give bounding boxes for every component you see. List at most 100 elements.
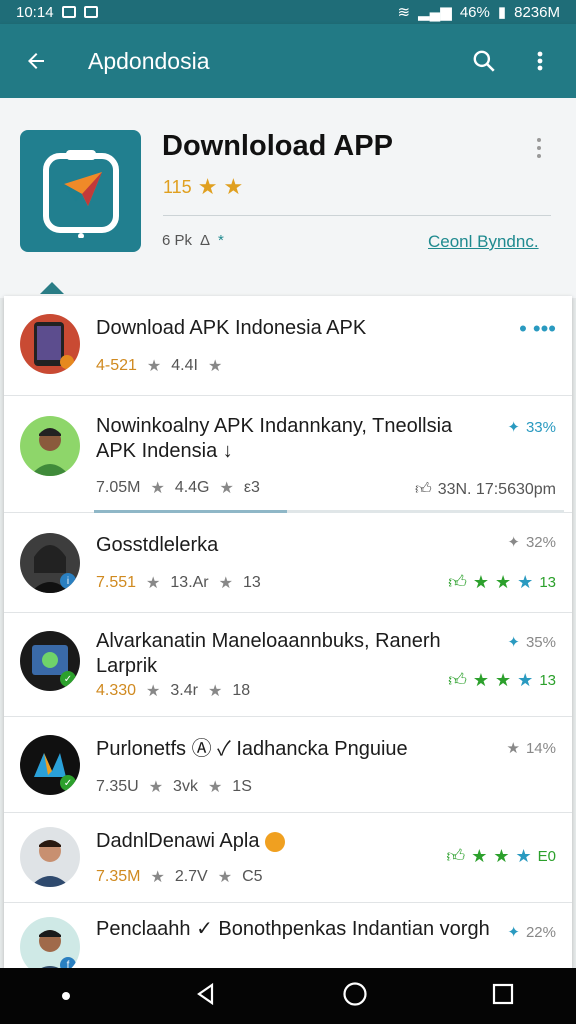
- back-arrow-icon[interactable]: [18, 43, 54, 79]
- star-icon: ✦: [507, 534, 520, 551]
- thumb-up-icon[interactable]: 👍︎: [448, 669, 467, 691]
- status-time: 10:14: [16, 3, 54, 21]
- star-icon: ★: [506, 740, 520, 757]
- back-nav-icon[interactable]: [194, 982, 218, 1011]
- list-item-title: Download APK Indonesia APK: [96, 317, 367, 339]
- app-header-card: Downloload APP 115 ★ ★ 6 Pk Δ * Ceonl By…: [0, 98, 576, 298]
- meta-star: *: [218, 232, 224, 249]
- battery-percent: 46%: [459, 3, 490, 21]
- recents-nav-icon[interactable]: [492, 983, 514, 1010]
- star-icon: ★: [146, 683, 161, 700]
- verified-badge: ✓: [60, 775, 76, 791]
- list-item[interactable]: DadnlDenawi Apla 7.35M ★ 2.7V ★ C5 👍︎ ★ …: [4, 813, 572, 903]
- percent-label: 32%: [525, 533, 556, 551]
- home-nav-icon[interactable]: [342, 981, 368, 1012]
- search-icon[interactable]: [466, 43, 502, 79]
- star-icon: ★: [493, 845, 510, 866]
- star-icon: ★: [471, 845, 488, 866]
- star-icon: ★: [207, 779, 223, 796]
- avatar: i: [20, 533, 80, 593]
- battery-icon: ▮: [497, 4, 507, 21]
- developer-link[interactable]: Ceonl Byndnc.: [428, 232, 539, 252]
- list-item[interactable]: ✓ Purlonetfs Ⓐ ✓ Iadhancka Pnguiue 7.35U…: [4, 717, 572, 813]
- time-label: 33N. 17:5630pm: [437, 480, 556, 498]
- item-rating-stars: 👍︎ ★ ★ ★ 13: [448, 669, 556, 691]
- star-icon: ★: [517, 571, 534, 592]
- list-item-meta: 7.551 ★ 13.Ar ★ 13: [96, 573, 261, 593]
- list-item-title: Alvarkanatin Maneloaannbuks, Ranerh Larp…: [96, 630, 441, 677]
- list-item-title: Penclaahh ✓ Bonothpenkas Indantian vorgh: [96, 918, 490, 940]
- star-icon: ✦: [507, 419, 520, 436]
- star-icon: ★: [146, 358, 162, 375]
- status-clock: 8236M: [514, 3, 560, 21]
- star-icon: ★: [150, 869, 165, 886]
- list-item-title: Purlonetfs Ⓐ ✓ Iadhancka Pnguiue: [96, 738, 408, 760]
- star-icon: ★: [495, 669, 512, 690]
- item-count: 4-521: [96, 357, 137, 374]
- star-icon: ★: [223, 174, 244, 199]
- item-rating: 13.Ar: [170, 574, 209, 591]
- item-count: 7.05M: [96, 479, 141, 496]
- item-rating-stars: 👍︎ ★ ★ ★ E0: [446, 845, 556, 867]
- app-meta: 6 Pk Δ *: [162, 232, 224, 249]
- item-reviews: C5: [242, 868, 263, 885]
- notification-icon: [61, 6, 76, 18]
- stars-count: 13: [539, 671, 556, 689]
- item-percent: ✦ 22%: [507, 923, 556, 942]
- app-list: Download APK Indonesia APK 4-521 ★ 4.4I …: [4, 296, 572, 968]
- thumb-up-icon[interactable]: 👍︎: [448, 571, 467, 593]
- list-item[interactable]: Nowinkoalny APK Indannkany, Tneollsia AP…: [4, 396, 572, 513]
- star-icon: ★: [515, 845, 532, 866]
- item-reviews: 1S: [232, 778, 252, 795]
- title-text: DadnlDenawi Apla: [96, 830, 260, 852]
- list-item[interactable]: i Gosstdlelerka 7.551 ★ 13.Ar ★ 13 ✦ 32%…: [4, 513, 572, 613]
- assistant-dot-icon[interactable]: [62, 992, 70, 1000]
- list-item-meta: 4.330 ★ 3.4r ★ 18: [96, 681, 250, 701]
- item-rating: 4.4I: [171, 357, 198, 374]
- avatar: [20, 416, 80, 476]
- star-icon: ★: [150, 480, 165, 497]
- list-item[interactable]: f Penclaahh ✓ Bonothpenkas Indantian vor…: [4, 903, 572, 968]
- item-like-time[interactable]: 👍︎ 33N. 17:5630pm: [415, 480, 556, 499]
- verified-badge: i: [60, 573, 76, 589]
- status-bar: 10:14 ≋ ▂▄▆ 46% ▮ 8236M: [0, 0, 576, 24]
- avatar: f: [20, 917, 80, 968]
- app-title: Downloload APP: [162, 130, 393, 162]
- avatar: ✓: [20, 735, 80, 795]
- item-rating: 2.7V: [174, 868, 208, 885]
- star-icon: ★: [218, 575, 233, 592]
- list-item-meta: 7.35U ★ 3vk ★ 1S: [96, 777, 252, 797]
- item-count: 7.551: [96, 574, 137, 591]
- thumb-up-icon[interactable]: 👍︎: [446, 845, 465, 867]
- item-rating: 3vk: [173, 778, 198, 795]
- star-icon: ★: [217, 869, 233, 886]
- header-more-icon[interactable]: [534, 136, 544, 165]
- verified-badge: ✓: [60, 671, 76, 687]
- item-percent: ★ 14%: [506, 739, 556, 758]
- dots-icon: • •••: [519, 316, 556, 341]
- rating-number: 115: [163, 176, 192, 197]
- star-icon: ★: [197, 174, 218, 199]
- star-icon: ✦: [507, 634, 520, 651]
- list-item-meta: 7.05M ★ 4.4G ★ ε3: [96, 478, 260, 498]
- item-reviews: 13: [242, 574, 261, 591]
- list-item-title: DadnlDenawi Apla: [96, 829, 496, 854]
- item-count: 4.330: [96, 682, 137, 699]
- item-more-dots[interactable]: • •••: [519, 316, 556, 342]
- star-icon: ★: [472, 669, 490, 690]
- stars-count: E0: [537, 847, 556, 865]
- meta-delta: Δ: [200, 232, 211, 249]
- app-icon[interactable]: [20, 130, 141, 252]
- meta-size: 6 Pk: [162, 232, 193, 249]
- star-icon: ★: [207, 683, 223, 700]
- list-item-meta: 7.35M ★ 2.7V ★ C5: [96, 867, 263, 887]
- more-vert-icon[interactable]: [522, 43, 558, 79]
- item-rating-stars: 👍︎ ★ ★ ★ 13: [448, 571, 556, 593]
- list-item-title: Nowinkoalny APK Indannkany, Tneollsia AP…: [96, 415, 453, 462]
- star-icon: ★: [472, 571, 490, 592]
- verified-badge: f: [60, 957, 76, 968]
- list-item[interactable]: ✓ Alvarkanatin Maneloaannbuks, Ranerh La…: [4, 613, 572, 717]
- list-item-meta: 4-521 ★ 4.4I ★: [96, 356, 222, 376]
- list-item[interactable]: Download APK Indonesia APK 4-521 ★ 4.4I …: [4, 296, 572, 396]
- signal-icon: ▂▄▆: [418, 4, 452, 21]
